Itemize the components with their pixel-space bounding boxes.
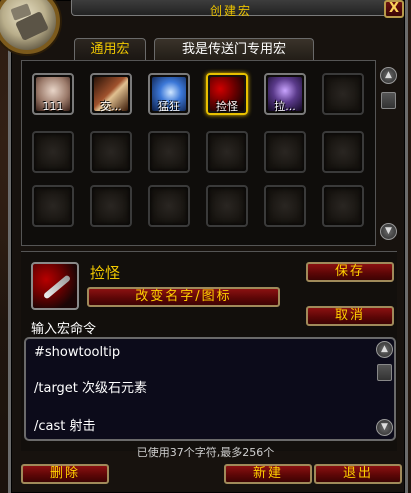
- macro-line: /target 次级石元素: [34, 381, 148, 396]
- macro-label: 111: [42, 100, 64, 113]
- empty-macro-slot[interactable]: [322, 185, 364, 227]
- empty-macro-slot[interactable]: [148, 131, 190, 173]
- tab-general-macros[interactable]: 通用宏: [74, 38, 146, 61]
- selected-macro-icon[interactable]: [31, 262, 79, 310]
- macro-slot-selected[interactable]: 捡怪: [206, 73, 248, 115]
- scroll-down-icon[interactable]: ▼: [376, 419, 393, 436]
- empty-macro-slot[interactable]: [90, 185, 132, 227]
- macro-slot[interactable]: 交...: [90, 73, 132, 115]
- macro-grid: 111 交... 猛狂 捡怪 拉...: [21, 60, 376, 246]
- empty-macro-slot[interactable]: [148, 185, 190, 227]
- macro-label: 捡怪: [216, 100, 238, 113]
- macro-label: 交...: [100, 100, 122, 113]
- window-title: 创建宏: [209, 4, 252, 18]
- editor-scrollbar[interactable]: ▲ ▼: [376, 341, 393, 437]
- empty-macro-slot[interactable]: [322, 131, 364, 173]
- scroll-thumb[interactable]: [381, 92, 396, 109]
- cancel-button[interactable]: 取消: [306, 306, 394, 326]
- empty-macro-slot[interactable]: [322, 73, 364, 115]
- character-count: 已使用37个字符,最多256个: [136, 446, 275, 459]
- scroll-thumb[interactable]: [377, 364, 392, 381]
- empty-macro-slot[interactable]: [206, 185, 248, 227]
- empty-macro-slot[interactable]: [264, 131, 306, 173]
- macro-command-prompt: 输入宏命令: [31, 322, 97, 337]
- macro-label: 猛狂: [158, 100, 180, 113]
- new-button[interactable]: 新建: [224, 464, 312, 484]
- empty-macro-slot[interactable]: [206, 131, 248, 173]
- empty-macro-slot[interactable]: [264, 185, 306, 227]
- bloody-dagger-icon: [42, 274, 72, 300]
- empty-macro-slot[interactable]: [32, 131, 74, 173]
- macro-slot[interactable]: 拉...: [264, 73, 306, 115]
- macro-line: #showtooltip: [34, 345, 121, 360]
- empty-macro-slot[interactable]: [90, 131, 132, 173]
- macro-line: /cast 射击: [34, 419, 96, 434]
- close-button[interactable]: X: [384, 0, 404, 18]
- save-button[interactable]: 保存: [306, 262, 394, 282]
- macro-label: 拉...: [274, 100, 296, 113]
- change-name-icon-button[interactable]: 改变名字/图标: [87, 287, 280, 307]
- tab-character-macros[interactable]: 我是传送门专用宏: [154, 38, 314, 61]
- macro-slot[interactable]: 猛狂: [148, 73, 190, 115]
- selected-macro-name: 捡怪: [90, 264, 121, 282]
- empty-macro-slot[interactable]: [32, 185, 74, 227]
- macro-command-editor[interactable]: #showtooltip /target 次级石元素 /cast 射击: [24, 337, 396, 441]
- title-bar: 创建宏: [71, 0, 391, 18]
- delete-button[interactable]: 删除: [21, 464, 109, 484]
- macro-slot[interactable]: 111: [32, 73, 74, 115]
- scroll-up-icon[interactable]: ▲: [380, 67, 397, 84]
- exit-button[interactable]: 退出: [314, 464, 402, 484]
- grid-scrollbar[interactable]: ▲ ▼: [380, 67, 397, 243]
- scroll-down-icon[interactable]: ▼: [380, 223, 397, 240]
- scroll-up-icon[interactable]: ▲: [376, 341, 393, 358]
